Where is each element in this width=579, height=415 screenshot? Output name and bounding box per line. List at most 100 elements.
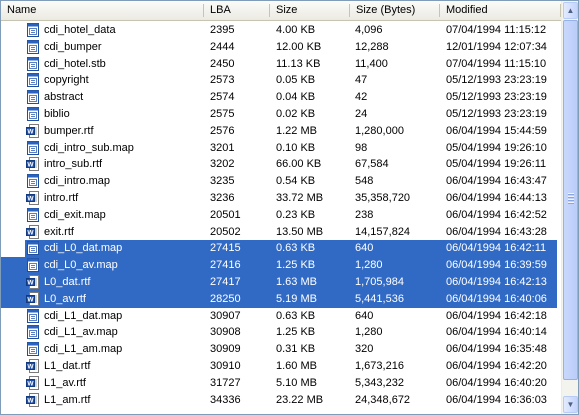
cell-size-bytes: 4,096 [355,24,383,36]
table-row[interactable]: cdi_L0_dat.map 27415 0.63 KB 640 06/04/1994 … [1,240,561,258]
word-doc-icon: W [26,224,40,239]
cell-name: intro.rtf [44,191,79,204]
file-icon [26,241,40,256]
file-icon [26,73,40,88]
scroll-up-button[interactable]: ▲ [563,2,578,19]
column-header-size[interactable]: Size [270,1,350,20]
file-icon [26,106,40,121]
cell-lba: 20501 [210,208,241,221]
table-row[interactable]: W L1_am.rtf 34336 23.22 MB 24,348,672 06/04/1… [1,392,561,409]
cell-modified: 06/04/1994 16:42:20 [446,359,547,372]
column-header-name-label: Name [7,4,37,16]
cell-modified: 07/04/1994 11:15:10 [446,57,547,70]
table-row[interactable]: Wintro.rtf 3236 33.72 MB 35,358,720 06/04/19… [1,190,561,207]
cell-modified: 05/12/1993 23:23:19 [446,91,547,104]
column-header-lba[interactable]: LBA [204,1,270,20]
cell-name: cdi_L1_dat.map [44,309,123,322]
table-row[interactable]: W L1_dat.rtf 30910 1.60 MB 1,673,216 06/04/19… [1,358,561,375]
table-row[interactable]: cdi_hotel.stb 2450 11.13 KB 11,400 07/04/199… [1,56,561,73]
cell-size-bytes: 5,343,232 [355,376,404,389]
cell-modified: 07/04/1994 11:15:12 [446,24,547,36]
table-row[interactable]: cdi_bumper 2444 12.00 KB 12,288 12/01/1994 1… [1,39,561,56]
cell-size-bytes: 47 [355,74,368,87]
cell-name: cdi_hotel.stb [44,57,106,70]
cell-size: 0.63 KB [276,309,316,322]
file-icon [26,308,40,323]
table-row[interactable]: cdi_hotel_data 2395 4.00 KB 4,096 07/04/1994… [1,22,561,39]
table-row[interactable]: Wexit.rtf 20502 13.50 MB 14,157,824 06/04/19… [1,224,561,241]
cell-lba: 34336 [210,393,241,406]
column-header-name[interactable]: Name [1,1,204,20]
cell-size: 0.54 KB [276,175,316,188]
cell-name: cdi_hotel_data [44,24,116,36]
cell-size: 0.02 KB [276,107,316,120]
table-row[interactable]: W L0_dat.rtf 27417 1.63 MB 1,705,984 06/04/19… [1,273,561,291]
table-row[interactable]: W L1_av.rtf 31727 5.10 MB 5,343,232 06/04/199… [1,375,561,392]
cell-size: 1.22 MB [276,124,317,137]
file-icon [26,140,40,155]
cell-size-bytes: 1,280 [355,259,383,272]
vertical-scrollbar[interactable]: ▲ ▼ [561,1,578,414]
cell-modified: 05/04/1994 19:26:10 [446,141,547,154]
cell-name: cdi_L0_av.map [44,259,118,272]
cell-size: 12.00 KB [276,40,322,53]
cell-name: cdi_exit.map [44,208,106,221]
cell-size: 0.10 KB [276,141,316,154]
scroll-down-button[interactable]: ▼ [563,396,578,413]
cell-modified: 12/01/1994 12:07:34 [446,40,547,53]
cell-modified: 06/04/1994 16:40:14 [446,326,547,339]
cell-size-bytes: 1,280,000 [355,124,404,137]
cell-size-bytes: 640 [355,309,374,322]
file-icon [26,39,40,54]
cell-name: bumper.rtf [44,124,94,137]
cell-size: 0.63 KB [276,242,316,255]
table-row[interactable]: cdi_L1_dat.map 30907 0.63 KB 640 06/04/1994 … [1,308,561,325]
cell-size-bytes: 67,584 [355,158,389,171]
cell-size: 0.05 KB [276,74,316,87]
cell-size-bytes: 24,348,672 [355,393,411,406]
table-row[interactable]: cdi_intro.map 3235 0.54 KB 548 06/04/1994 16… [1,173,561,190]
cell-modified: 05/04/1994 19:26:11 [446,158,547,171]
cell-name: cdi_intro.map [44,175,111,188]
svg-text:W: W [27,195,34,202]
cell-size: 66.00 KB [276,158,322,171]
scroll-thumb-grip [568,199,574,201]
table-row[interactable]: Wbumper.rtf 2576 1.22 MB 1,280,000 06/04/199… [1,123,561,140]
table-row[interactable]: W L0_av.rtf 28250 5.19 MB 5,441,536 06/04/199… [1,290,561,308]
cell-name: L1_dat.rtf [44,359,91,372]
cell-lba: 2575 [210,107,235,120]
cell-size: 4.00 KB [276,24,316,36]
table-row[interactable]: cdi_L1_av.map 30908 1.25 KB 1,280 06/04/1994… [1,324,561,341]
table-row[interactable]: Wintro_sub.rtf 3202 66.00 KB 67,584 05/04/19… [1,156,561,173]
file-list-view[interactable]: Name LBA Size Size (Bytes) Modified cdi_… [0,0,579,415]
table-row[interactable]: copyright 2573 0.05 KB 47 05/12/1993 23:23:1… [1,72,561,89]
table-row[interactable]: cdi_intro_sub.map 3201 0.10 KB 98 05/04/1994… [1,140,561,157]
cell-size-bytes: 12,288 [355,40,389,53]
cell-size: 0.23 KB [276,208,316,221]
cell-size-bytes: 14,157,824 [355,225,411,238]
cell-size-bytes: 640 [355,242,374,255]
column-header-size-bytes[interactable]: Size (Bytes) [350,1,440,20]
column-header-modified[interactable]: Modified [440,1,561,20]
table-row[interactable]: abstract 2574 0.04 KB 42 05/12/1993 23:23:19 [1,89,561,106]
scroll-thumb-grip [568,196,574,198]
word-doc-icon: W [26,274,40,289]
cell-lba: 2450 [210,57,235,70]
cell-modified: 05/12/1993 23:23:19 [446,74,547,87]
cell-size-bytes: 1,705,984 [355,275,404,288]
scroll-thumb[interactable] [563,20,578,380]
cell-size-bytes: 98 [355,141,368,154]
cell-name: cdi_L1_av.map [44,326,118,339]
cell-size: 1.63 MB [276,275,317,288]
table-row[interactable]: cdi_L1_am.map 30909 0.31 KB 320 06/04/1994 1… [1,341,561,358]
cell-size: 0.31 KB [276,343,316,356]
table-row[interactable]: cdi_L0_av.map 27416 1.25 KB 1,280 06/04/1994… [1,257,561,274]
column-header-lba-label: LBA [210,4,231,16]
scroll-thumb-grip [568,193,574,195]
table-row[interactable]: cdi_exit.map 20501 0.23 KB 238 06/04/1994 16… [1,207,561,224]
cell-modified: 06/04/1994 16:36:03 [446,393,547,406]
table-row[interactable]: biblio 2575 0.02 KB 24 05/12/1993 23:23:19 [1,106,561,123]
svg-text:W: W [27,229,34,236]
cell-lba: 3236 [210,191,235,204]
cell-lba: 27415 [210,242,241,255]
